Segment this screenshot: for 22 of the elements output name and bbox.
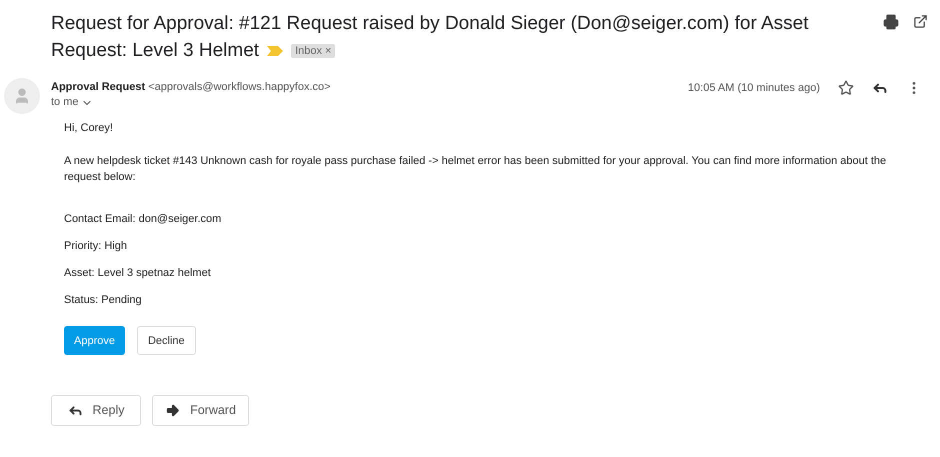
reply-button[interactable]: Reply — [51, 395, 141, 426]
detail-line: Contact Email: don@seiger.com — [64, 212, 222, 227]
detail-line: Priority: High — [64, 239, 128, 254]
email-subject-line: Request: Level 3 Helmet — [51, 39, 260, 63]
forward-arrow-icon — [165, 403, 180, 418]
star-icon[interactable] — [838, 80, 854, 96]
new-window-icon[interactable] — [913, 14, 928, 29]
greeting-text: Hi, Corey! — [64, 121, 114, 136]
print-icon[interactable] — [883, 14, 899, 30]
timestamp: 10:05 AM (10 minutes ago) — [688, 81, 820, 96]
decline-button[interactable]: Decline — [136, 326, 196, 355]
inbox-label[interactable]: Inbox × — [291, 44, 336, 58]
email-subject-line: Request for Approval: #121 Request raised by Donald Sieger (Don@seiger.com) for Asset — [51, 13, 809, 34]
avatar — [4, 78, 40, 114]
sender-email: <approvals@workflows.happyfox.co> — [148, 81, 331, 93]
detail-line: Status: Pending — [64, 293, 143, 308]
sender-name: Approval Request — [51, 81, 146, 93]
importance-marker-icon — [267, 46, 284, 56]
forward-button[interactable]: Forward — [152, 395, 249, 426]
detail-line: Asset: Level 3 spetnaz helmet — [64, 266, 212, 281]
intro-paragraph: A new helpdesk ticket #143 Unknown cash for royale pass purchase failed -> helmet error has been submitted for your approval. You can find more information about the request below: — [64, 154, 888, 185]
recipient-text: to me — [51, 95, 79, 110]
